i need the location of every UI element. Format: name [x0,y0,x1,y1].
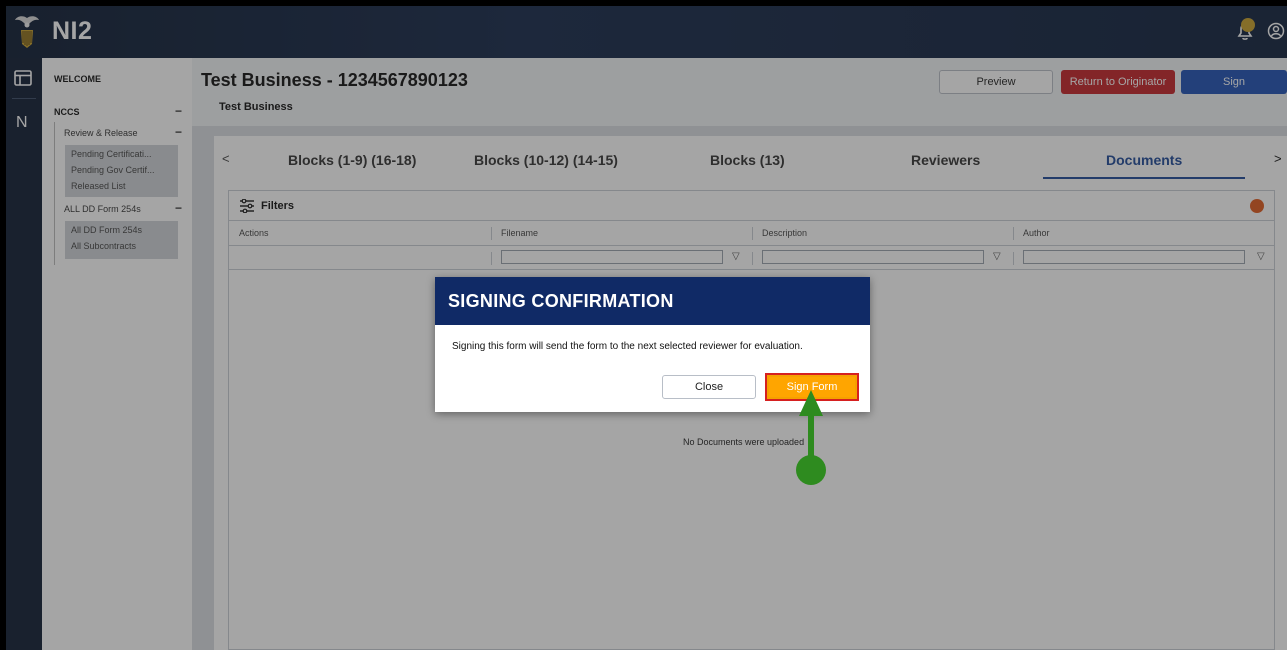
annotation-arrow-icon [796,390,826,485]
close-button[interactable]: Close [662,375,756,399]
dialog-title: SIGNING CONFIRMATION [448,291,674,311]
dialog-message: Signing this form will send the form to … [452,341,803,352]
dialog-header: SIGNING CONFIRMATION [435,277,870,325]
app-window: NI2 N WELCOME NCCS − Review & Release − … [6,6,1287,650]
